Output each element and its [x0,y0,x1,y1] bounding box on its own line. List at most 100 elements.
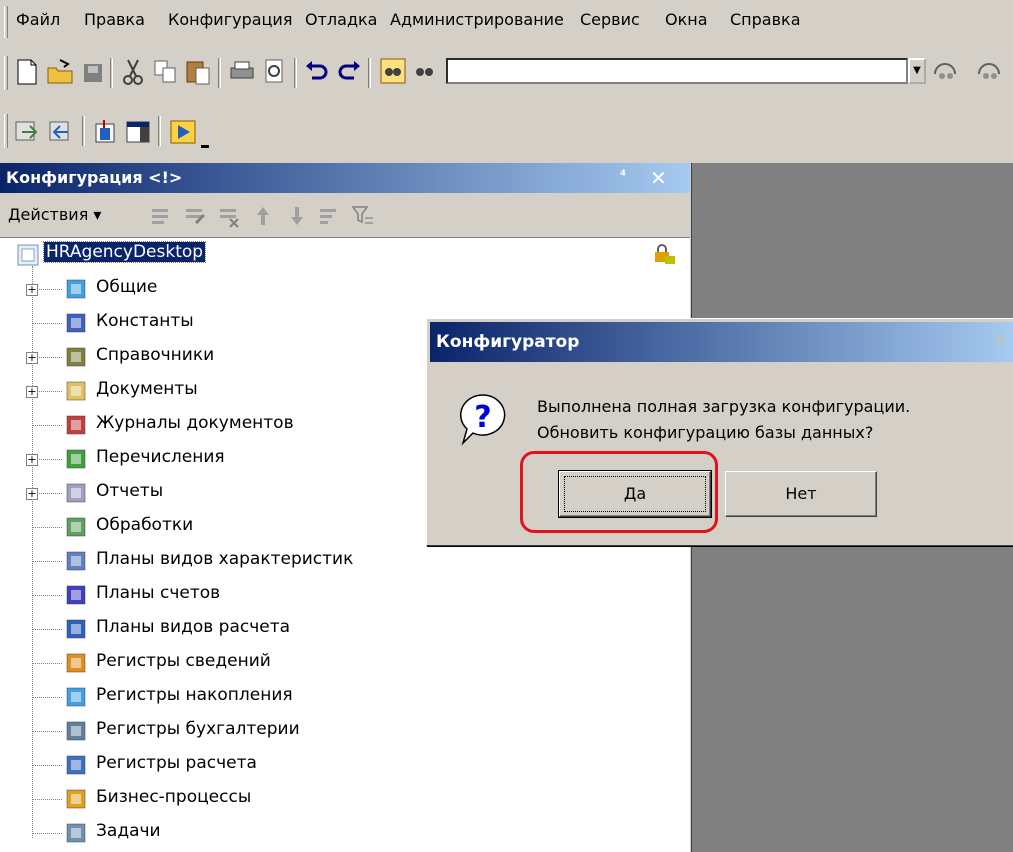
redo-icon[interactable] [336,58,362,84]
filter-icon[interactable] [350,203,376,229]
actions-menu[interactable]: Действия ▾ [8,205,101,224]
panel-actions-toolbar: Действия ▾ [0,193,690,238]
find-icon[interactable] [412,58,438,84]
dialog-title: Конфигуратор [436,332,580,352]
save-icon[interactable] [80,58,106,84]
processing-icon [64,515,90,539]
print-icon[interactable] [228,58,254,84]
tasks-icon [64,821,90,845]
open-config-icon[interactable] [14,118,40,144]
print-preview-icon[interactable] [262,58,288,84]
tree-item-label: Задачи [96,821,161,841]
move-down-icon[interactable] [284,203,310,229]
search-input[interactable] [446,58,908,84]
accounts-plans-icon [64,583,90,607]
expand-icon[interactable]: + [26,284,38,296]
menu-configuration[interactable]: Конфигурация [168,10,292,29]
focus-rect [564,476,706,512]
standard-toolbar: ▼ [0,46,1013,102]
tree-item[interactable]: Регистры накопления [0,680,690,714]
toolbar-grip[interactable] [4,56,8,90]
tree-item-label: Планы счетов [96,583,221,603]
expand-icon[interactable]: + [26,386,38,398]
no-button-label: Нет [785,484,817,503]
delete-icon[interactable] [216,203,242,229]
configuration-toolbar [0,102,1013,162]
tree-item-label: Отчеты [96,481,164,501]
enums-icon [64,447,90,471]
tree-item[interactable]: Планы счетов [0,578,690,612]
open-folder-icon[interactable] [46,58,73,84]
toolbar2-grip[interactable] [4,114,8,148]
tree-root[interactable]: HRAgencyDesktop [0,238,690,272]
general-icon [64,277,90,301]
journals-icon [64,413,90,437]
tree-item-label: Планы видов расчета [96,617,291,637]
configurator-dialog: Конфигуратор ✕ ? Выполнена полная загруз… [426,318,1013,546]
tree-item[interactable]: + Общие [0,272,690,306]
save-config-icon[interactable] [48,118,74,144]
tree-item-label: Журналы документов [96,413,294,433]
tree-item-label: Регистры бухгалтерии [96,719,300,739]
panel-title-bar[interactable]: Конфигурация <!> ⁴ ✕ [0,163,690,193]
tree-item[interactable]: Планы видов характеристик [0,544,690,578]
new-document-icon[interactable] [14,58,40,85]
edit-icon[interactable] [182,203,208,229]
tree-item-label: Документы [96,379,198,399]
add-icon[interactable] [148,203,174,229]
dialog-close-icon[interactable]: ✕ [988,330,1010,350]
menu-file[interactable]: Файл [16,10,60,29]
menu-debug[interactable]: Отладка [305,10,377,29]
reports-icon [64,481,90,505]
menu-bar: Файл Правка Конфигурация Отладка Админис… [0,0,1013,46]
find-next-icon[interactable] [932,58,958,84]
accum-registers-icon [64,685,90,709]
sort-icon[interactable] [316,203,342,229]
calc-registers-icon [64,753,90,777]
expand-icon[interactable]: + [26,488,38,500]
tree-item[interactable]: Регистры бухгалтерии [0,714,690,748]
find-previous-icon[interactable] [976,58,1002,84]
tree-item-label: Обработки [96,515,194,535]
expand-icon[interactable]: + [26,454,38,466]
search-dropdown-button[interactable]: ▼ [908,58,926,84]
tree-item-label: Планы видов характеристик [96,549,354,569]
paste-icon[interactable] [184,58,210,85]
pin-icon[interactable]: ⁴ [620,168,626,184]
update-db-config-icon[interactable] [92,118,118,144]
run-debug-icon[interactable] [168,118,198,144]
menu-help[interactable]: Справка [730,10,801,29]
business-processes-icon [64,787,90,811]
expand-icon[interactable]: + [26,352,38,364]
menu-grip[interactable] [4,6,8,38]
window-icon[interactable] [124,118,150,144]
move-up-icon[interactable] [250,203,276,229]
tree-item[interactable]: Регистры расчета [0,748,690,782]
find-in-tree-icon[interactable] [380,58,406,84]
panel-title: Конфигурация <!> [6,168,183,187]
tree-item[interactable]: Бизнес-процессы [0,782,690,816]
dialog-message-line1: Выполнена полная загрузка конфигурации. [537,397,911,416]
tree-item-label: Бизнес-процессы [96,787,252,807]
tree-item[interactable]: Задачи [0,816,690,850]
no-button[interactable]: Нет [725,471,877,517]
dialog-title-bar[interactable]: Конфигуратор ✕ [430,322,1013,362]
cut-icon[interactable] [120,58,146,85]
close-icon[interactable]: ✕ [650,166,667,190]
tree-item-label: Перечисления [96,447,225,467]
constants-icon [64,311,90,335]
tree-item-label: Регистры сведений [96,651,271,671]
tree-item[interactable]: Регистры сведений [0,646,690,680]
menu-edit[interactable]: Правка [84,10,145,29]
catalogs-icon [64,345,90,369]
undo-icon[interactable] [304,58,330,84]
lock-icon [652,244,676,266]
tree-item[interactable]: Планы видов расчета [0,612,690,646]
menu-administration[interactable]: Администрирование [390,10,564,29]
copy-icon[interactable] [152,58,178,84]
more-buttons-icon[interactable] [200,136,210,148]
question-icon: ? [455,391,511,447]
yes-button[interactable]: Да [558,470,712,518]
menu-service[interactable]: Сервис [580,10,640,29]
menu-windows[interactable]: Окна [665,10,708,29]
